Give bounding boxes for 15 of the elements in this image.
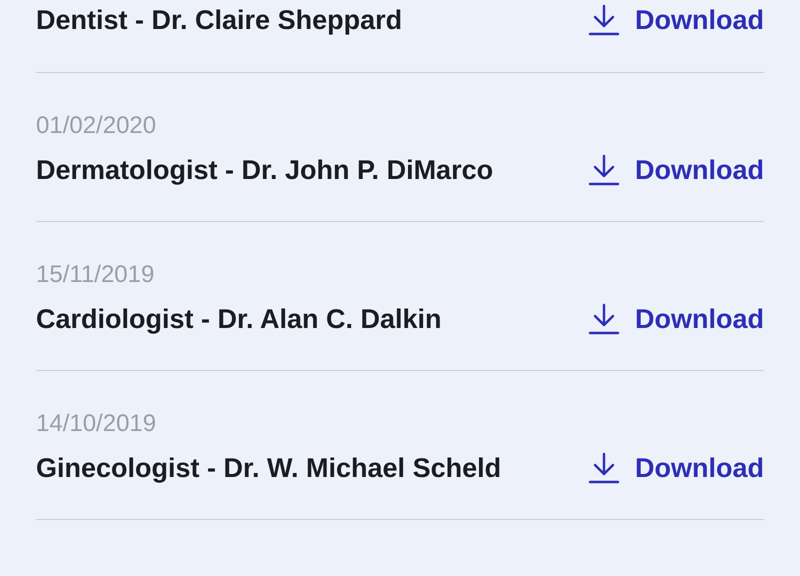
- download-link[interactable]: Download: [587, 153, 764, 187]
- report-title: Dentist - Dr. Claire Sheppard: [36, 4, 402, 37]
- download-icon: [587, 451, 621, 485]
- download-link[interactable]: Download: [587, 302, 764, 336]
- report-date: 15/11/2019: [36, 260, 154, 290]
- report-title: Cardiologist - Dr. Alan C. Dalkin: [36, 303, 442, 336]
- report-title: Dermatologist - Dr. John P. DiMarco: [36, 154, 494, 187]
- report-title: Ginecologist - Dr. W. Michael Scheld: [36, 452, 502, 485]
- download-icon: [587, 3, 621, 37]
- download-link[interactable]: Download: [587, 3, 764, 37]
- report-date: 01/02/2020: [36, 111, 156, 141]
- report-date: 14/10/2019: [36, 409, 156, 439]
- download-icon: [587, 153, 621, 187]
- download-link[interactable]: Download: [587, 451, 764, 485]
- download-icon: [587, 302, 621, 336]
